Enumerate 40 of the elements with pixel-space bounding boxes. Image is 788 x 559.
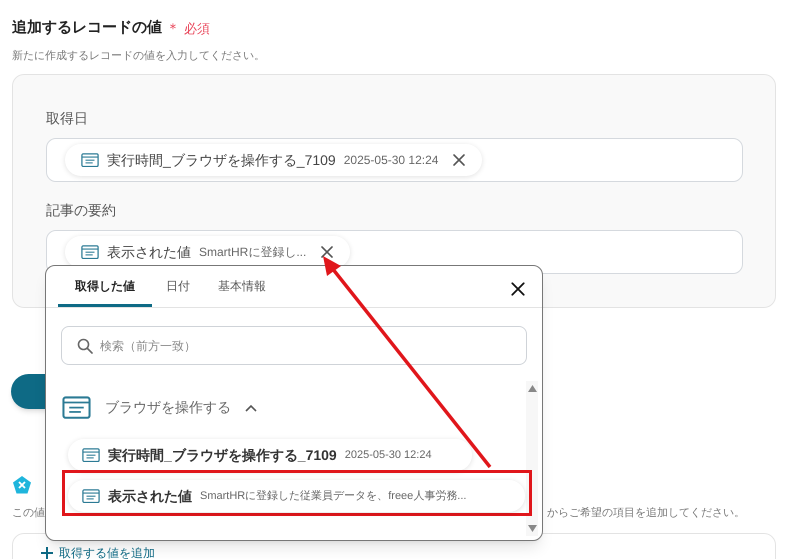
close-icon[interactable] bbox=[320, 245, 334, 259]
chip-value: SmartHRに登録し... bbox=[199, 244, 306, 261]
value-chip[interactable]: 実行時間_ブラウザを操作する_7109 2025-05-30 12:24 bbox=[65, 144, 482, 176]
field-label: 記事の要約 bbox=[46, 201, 117, 220]
chip-value: 2025-05-30 12:24 bbox=[344, 152, 438, 169]
plus-icon bbox=[41, 546, 53, 558]
window-icon bbox=[81, 244, 99, 260]
required-label: 必須 bbox=[184, 20, 210, 38]
caret-up-icon[interactable] bbox=[245, 404, 257, 412]
item-value: SmartHRに登録した従業員データを、freee人事労務... bbox=[200, 488, 466, 504]
section-title: 追加するレコードの値 bbox=[12, 18, 162, 38]
window-icon bbox=[62, 396, 91, 420]
pentagon-icon bbox=[12, 475, 32, 495]
chip-name: 表示された値 bbox=[107, 242, 191, 262]
window-icon bbox=[82, 448, 100, 462]
item-name: 表示された値 bbox=[108, 486, 192, 506]
value-field[interactable]: 実行時間_ブラウザを操作する_7109 2025-05-30 12:24 bbox=[46, 138, 743, 182]
section-description: 新たに作成するレコードの値を入力してください。 bbox=[12, 48, 266, 64]
search-icon bbox=[77, 338, 93, 354]
scrollbar[interactable] bbox=[526, 381, 538, 536]
required-mark: ＊ bbox=[166, 18, 180, 38]
item-name: 実行時間_ブラウザを操作する_7109 bbox=[108, 446, 337, 465]
chip-name: 実行時間_ブラウザを操作する_7109 bbox=[107, 150, 336, 170]
window-icon bbox=[82, 488, 100, 504]
description-text: この値 bbox=[12, 506, 46, 521]
add-value-button[interactable]: 取得する値を追加 bbox=[41, 546, 155, 559]
description-text: からご希望の項目を追加してください。 bbox=[547, 506, 745, 521]
group-title: ブラウザを操作する bbox=[105, 398, 231, 418]
window-icon bbox=[81, 152, 99, 168]
picker-tab[interactable]: 取得した値 bbox=[58, 267, 152, 307]
value-chip[interactable]: 表示された値 SmartHRに登録し... bbox=[65, 236, 350, 268]
scroll-up-icon[interactable] bbox=[528, 385, 536, 392]
value-item[interactable]: 表示された値 SmartHRに登録した従業員データを、freee人事労務... bbox=[68, 480, 525, 512]
close-icon[interactable] bbox=[510, 281, 526, 297]
item-value: 2025-05-30 12:24 bbox=[344, 448, 432, 463]
search-field[interactable]: 検索（前方一致） bbox=[61, 326, 527, 365]
scroll-down-icon[interactable] bbox=[528, 525, 536, 532]
field-label: 取得日 bbox=[46, 109, 89, 128]
value-item[interactable]: 実行時間_ブラウザを操作する_7109 2025-05-30 12:24 bbox=[68, 439, 472, 472]
close-icon[interactable] bbox=[452, 153, 466, 167]
